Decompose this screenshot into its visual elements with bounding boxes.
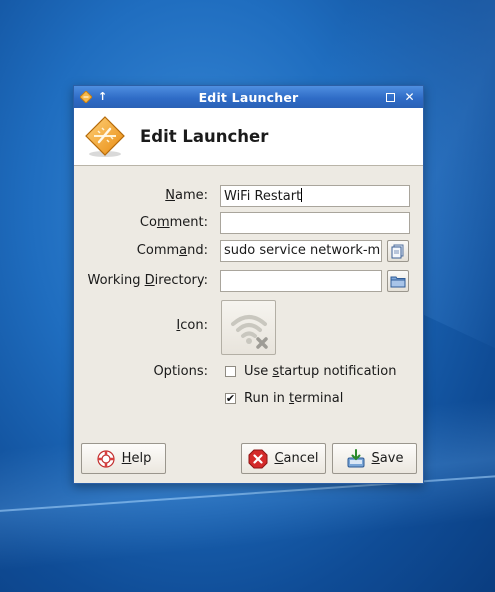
- working-directory-browse-button[interactable]: [387, 270, 409, 292]
- help-button[interactable]: Help: [81, 443, 166, 474]
- cancel-button[interactable]: Cancel: [241, 443, 326, 474]
- working-directory-field[interactable]: [220, 270, 382, 292]
- icon-label: Icon:: [176, 318, 208, 333]
- startup-notification-label: Use startup notification: [244, 364, 397, 379]
- launcher-icon[interactable]: [80, 91, 92, 103]
- comment-row: Comment:: [74, 212, 423, 234]
- command-browse-button[interactable]: [387, 240, 409, 262]
- window-title: Edit Launcher: [198, 89, 299, 105]
- help-lifebuoy-icon: [97, 449, 115, 468]
- close-icon: ✕: [404, 89, 415, 104]
- save-button[interactable]: Save: [332, 443, 417, 474]
- save-label: Save: [371, 451, 404, 466]
- working-directory-row: Working Directory:: [74, 270, 423, 292]
- titlebar[interactable]: ↑ Edit Launcher ✕: [74, 86, 423, 108]
- startup-notification-checkbox[interactable]: [225, 366, 236, 377]
- run-in-terminal-label: Run in terminal: [244, 391, 344, 406]
- arrow-up-icon[interactable]: ↑: [98, 91, 107, 103]
- dialog-header: Edit Launcher: [74, 108, 423, 166]
- startup-notification-option[interactable]: Use startup notification: [225, 364, 396, 379]
- folder-icon: [390, 276, 406, 288]
- checkmark-icon: ✔: [225, 391, 236, 405]
- command-field[interactable]: sudo service network-m: [220, 240, 382, 262]
- maximize-button[interactable]: [385, 92, 396, 103]
- name-field[interactable]: WiFi Restart: [220, 185, 410, 207]
- name-row: Name: WiFi Restart: [74, 185, 423, 207]
- command-row: Command: sudo service network-m: [74, 240, 423, 262]
- help-label: Help: [121, 451, 152, 466]
- icon-chooser-button[interactable]: [221, 300, 276, 355]
- header-title: Edit Launcher: [140, 127, 269, 146]
- options-label: Options:: [153, 364, 208, 379]
- file-browse-icon: [391, 244, 404, 259]
- wifi-disconnected-icon: [230, 314, 268, 349]
- cancel-label: Cancel: [274, 451, 319, 466]
- cancel-icon: [248, 449, 268, 468]
- name-label: Name:: [165, 188, 208, 203]
- edit-launcher-dialog: ↑ Edit Launcher ✕ Edit Launcher Name: Wi…: [73, 85, 424, 484]
- maximize-icon: [386, 92, 395, 102]
- run-in-terminal-option[interactable]: ✔ Run in terminal: [225, 391, 343, 406]
- text-cursor: [301, 188, 303, 202]
- run-in-terminal-checkbox[interactable]: ✔: [225, 393, 236, 404]
- comment-field[interactable]: [220, 212, 410, 234]
- working-directory-label: Working Directory:: [87, 273, 208, 288]
- close-button[interactable]: ✕: [404, 89, 415, 104]
- command-label: Command:: [136, 243, 208, 258]
- launcher-icon: [85, 115, 125, 157]
- save-icon: [347, 448, 365, 467]
- comment-label: Comment:: [139, 215, 208, 230]
